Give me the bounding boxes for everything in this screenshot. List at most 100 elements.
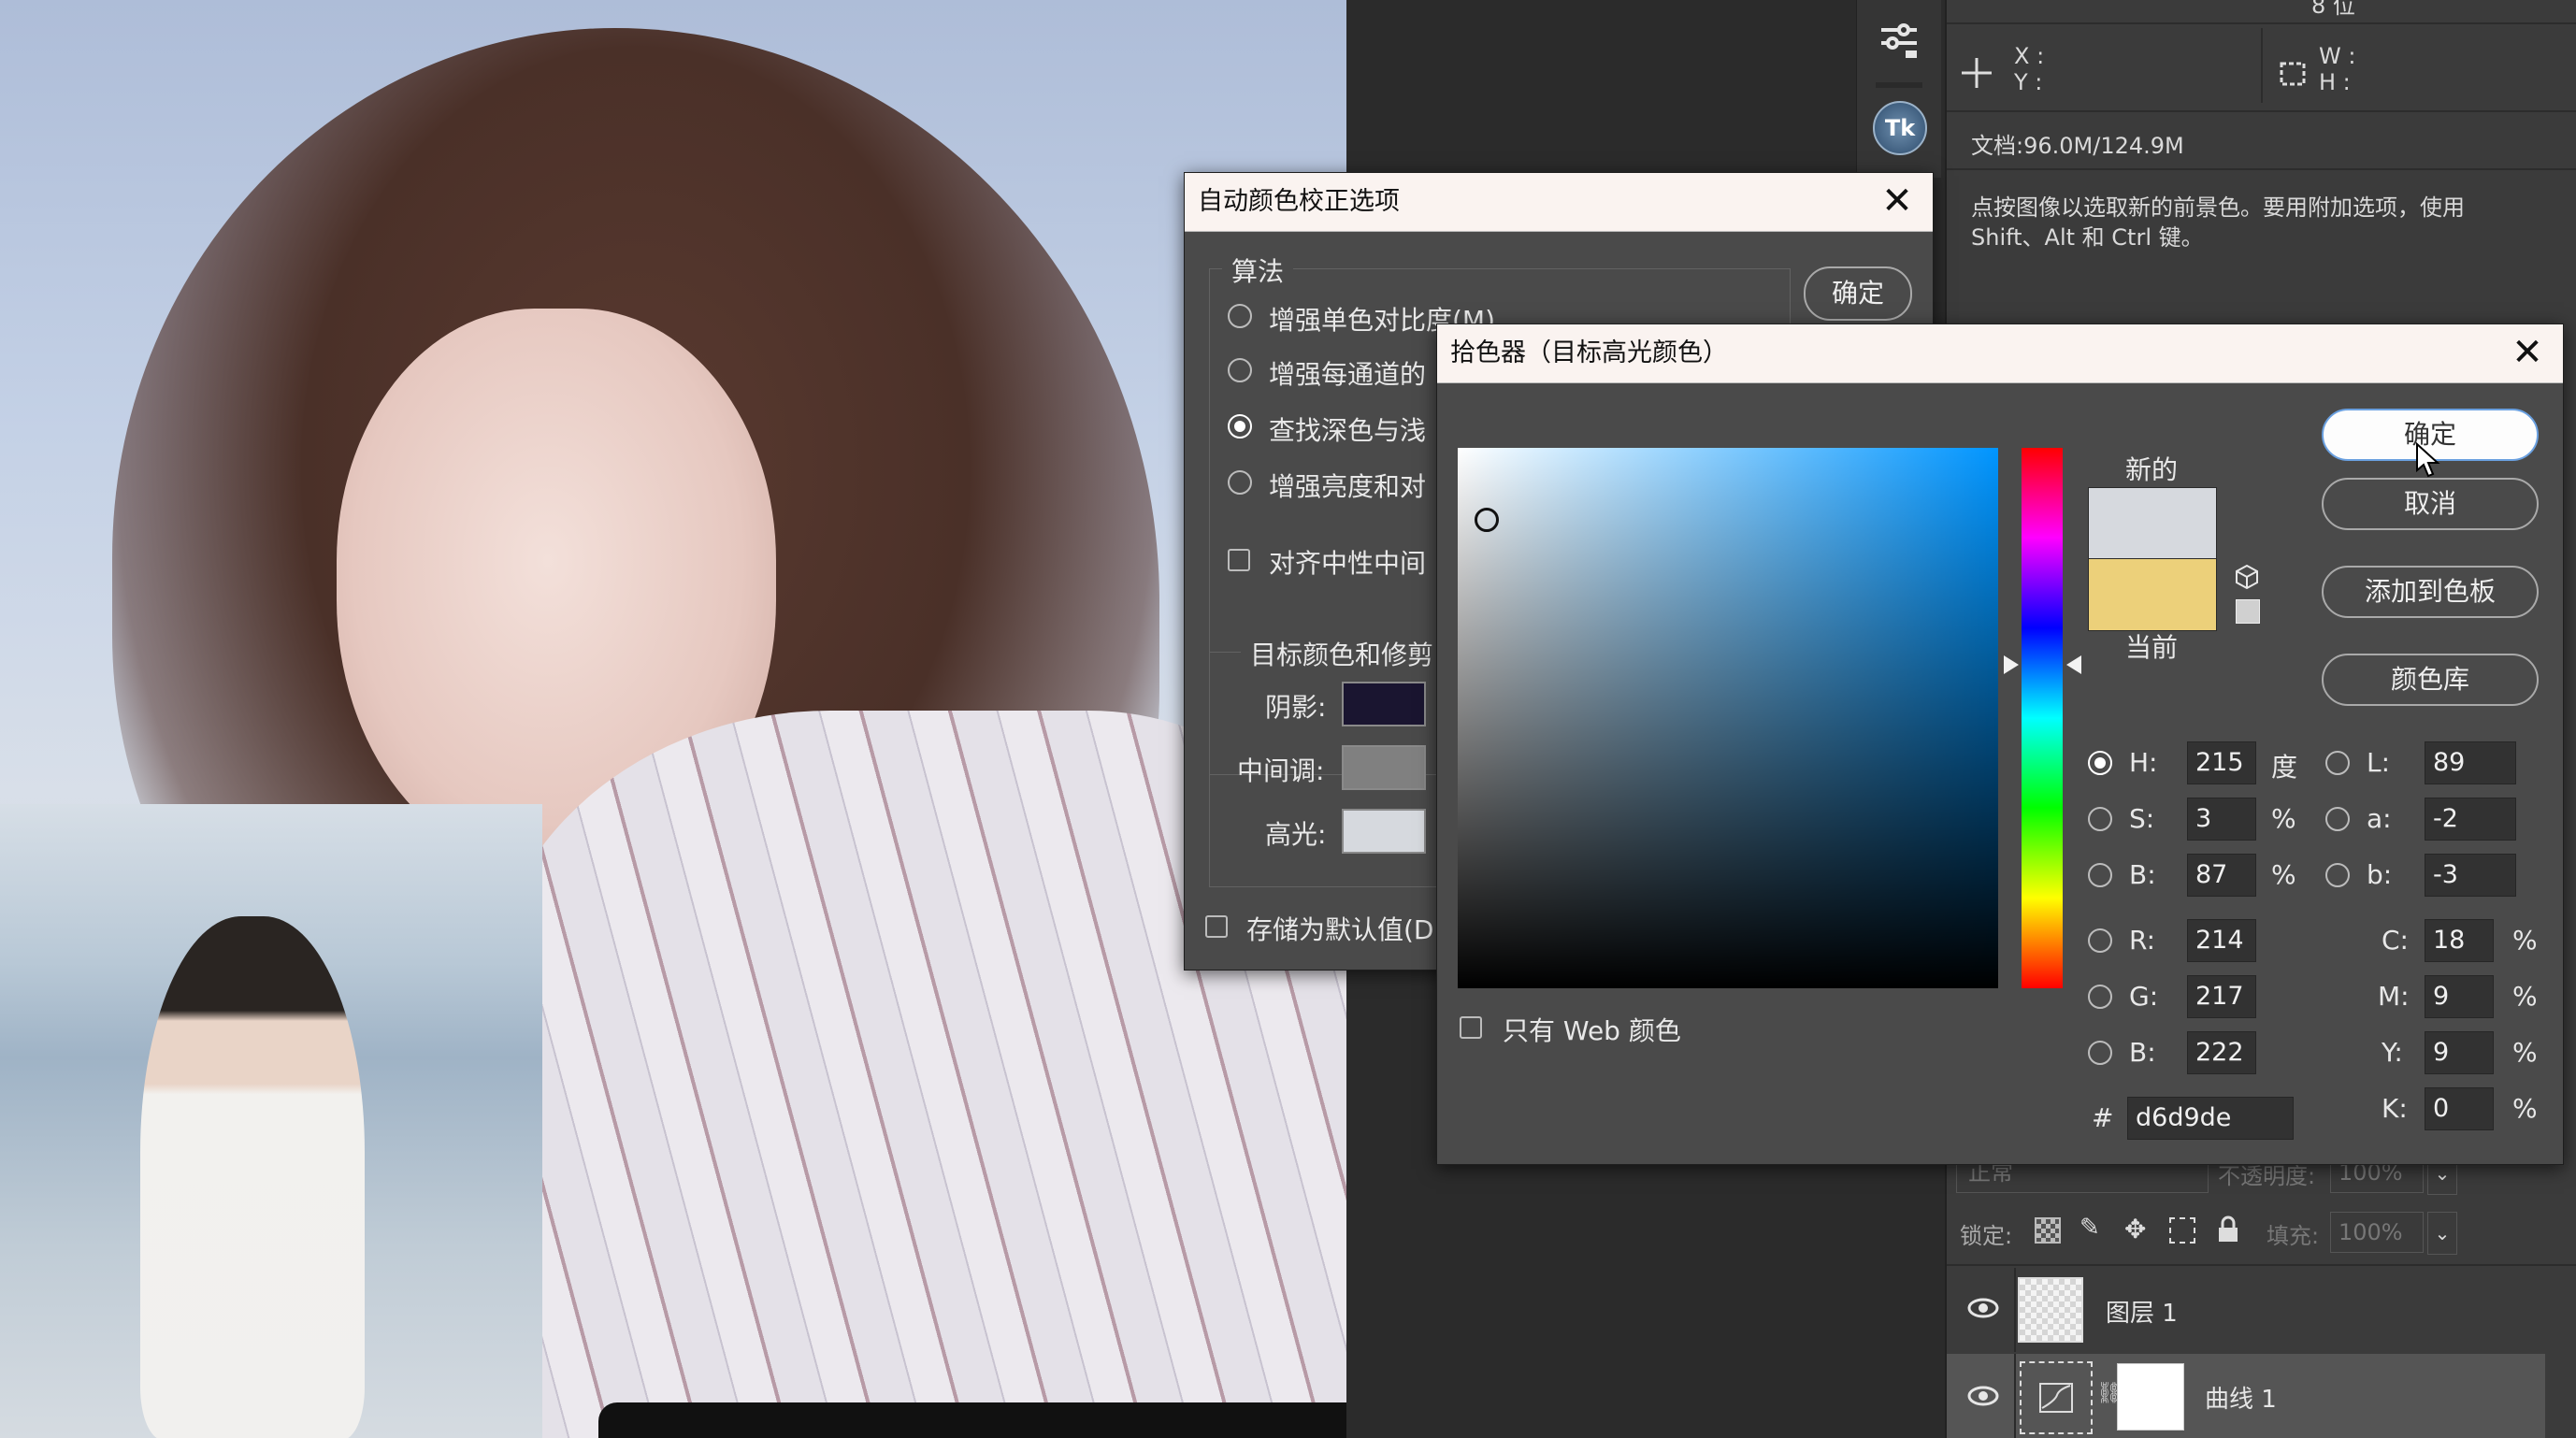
save-default-checkbox[interactable]: [1205, 915, 1228, 938]
bit-depth-readout: 8 位: [2311, 0, 2355, 19]
hue-slider[interactable]: [2022, 448, 2063, 988]
current-color-swatch[interactable]: [2088, 558, 2217, 631]
black-label: K:: [2382, 1093, 2408, 1124]
ok-button[interactable]: 确定: [1804, 266, 1912, 321]
lightness-label: L:: [2367, 747, 2391, 778]
hex-field[interactable]: d6d9de: [2127, 1097, 2294, 1140]
curves-adjustment-icon: [2020, 1361, 2093, 1434]
red-field[interactable]: 214: [2187, 919, 2256, 962]
hue-slider-left-arrow[interactable]: [2004, 655, 2019, 674]
brightness-label: B:: [2129, 859, 2156, 890]
midtones-swatch[interactable]: [1342, 745, 1426, 790]
algorithm-option-label[interactable]: 查找深色与浅: [1269, 410, 1426, 448]
midtones-label: 中间调:: [1237, 755, 1325, 786]
green-radio[interactable]: [2088, 985, 2112, 1009]
fill-label: 填充:: [2267, 1223, 2320, 1249]
adjustments-icon[interactable]: [1878, 19, 1921, 62]
cancel-button[interactable]: 取消: [2322, 478, 2539, 530]
algorithm-option-label[interactable]: 增强每通道的: [1269, 354, 1426, 392]
shadows-label: 阴影:: [1265, 692, 1327, 723]
saturation-radio[interactable]: [2088, 807, 2112, 831]
black-unit: %: [2512, 1093, 2538, 1124]
plugin-logo-icon[interactable]: Tk: [1873, 101, 1927, 155]
subtitle-strip: [598, 1402, 1440, 1438]
web-safe-swatch-icon[interactable]: [2236, 599, 2260, 624]
hue-radio[interactable]: [2088, 751, 2112, 775]
a-channel-radio[interactable]: [2325, 807, 2350, 831]
layer-row[interactable]: 图层 1: [1947, 1268, 2545, 1352]
black-field[interactable]: 0: [2425, 1087, 2494, 1130]
eye-icon[interactable]: [1967, 1296, 1999, 1320]
color-libraries-button[interactable]: 颜色库: [2322, 654, 2539, 706]
green-label: G:: [2129, 981, 2159, 1012]
y-readout-label: Y :: [2014, 69, 2043, 95]
web-colors-only-label[interactable]: 只有 Web 颜色: [1503, 1011, 1681, 1048]
a-channel-field[interactable]: -2: [2425, 798, 2516, 841]
saturation-label: S:: [2129, 803, 2155, 834]
b-channel-label: b:: [2367, 859, 2393, 890]
blue-label: B:: [2129, 1037, 2156, 1068]
algorithm-option-radio[interactable]: [1228, 470, 1252, 495]
save-default-label[interactable]: 存储为默认值(D: [1246, 910, 1434, 947]
yellow-field[interactable]: 9: [2425, 1031, 2494, 1074]
algorithm-option-radio[interactable]: [1228, 358, 1252, 382]
hue-field[interactable]: 215: [2187, 741, 2256, 784]
red-label: R:: [2129, 925, 2156, 956]
color-field[interactable]: [1458, 448, 1998, 988]
fill-field[interactable]: 100%: [2330, 1212, 2424, 1253]
color-field-cursor[interactable]: [1475, 508, 1499, 532]
blue-radio[interactable]: [2088, 1041, 2112, 1065]
hue-slider-right-arrow[interactable]: [2066, 655, 2081, 674]
b-channel-radio[interactable]: [2325, 863, 2350, 887]
highlights-label: 高光:: [1265, 819, 1327, 850]
saturation-field[interactable]: 3: [2187, 798, 2256, 841]
fill-dropdown-icon[interactable]: ⌄: [2427, 1212, 2457, 1255]
red-radio[interactable]: [2088, 928, 2112, 953]
algorithm-option-radio[interactable]: [1228, 304, 1252, 328]
out-of-gamut-cube-icon[interactable]: [2234, 564, 2260, 590]
green-field[interactable]: 217: [2187, 975, 2256, 1018]
document-canvas[interactable]: [0, 0, 1346, 1438]
lock-position-icon[interactable]: ✥: [2124, 1214, 2152, 1245]
brightness-field[interactable]: 87: [2187, 854, 2256, 897]
magenta-label: M:: [2378, 981, 2410, 1012]
algorithm-option-radio[interactable]: [1228, 414, 1252, 439]
layer-name: 曲线 1: [2205, 1386, 2277, 1414]
layer-divider: [2014, 1354, 2016, 1438]
snap-neutral-label[interactable]: 对齐中性中间: [1269, 543, 1426, 581]
lock-artboard-icon[interactable]: [2169, 1217, 2195, 1244]
add-to-swatches-button[interactable]: 添加到色板: [2322, 566, 2539, 618]
hue-unit: 度: [2271, 752, 2298, 783]
brightness-radio[interactable]: [2088, 863, 2112, 887]
lightness-field[interactable]: 89: [2425, 741, 2516, 784]
new-color-label: 新的: [2125, 454, 2179, 485]
lock-transparent-icon[interactable]: [2035, 1217, 2061, 1244]
close-icon[interactable]: ✕: [1875, 173, 1920, 231]
hue-label: H:: [2129, 747, 2158, 778]
algorithm-option-label[interactable]: 增强亮度和对: [1269, 467, 1426, 504]
brightness-unit: %: [2271, 859, 2296, 890]
link-icon[interactable]: ⛓: [2096, 1382, 2123, 1410]
cyan-field[interactable]: 18: [2425, 919, 2494, 962]
yellow-label: Y:: [2382, 1037, 2403, 1068]
current-color-label: 当前: [2125, 632, 2179, 663]
snap-neutral-checkbox[interactable]: [1228, 549, 1250, 571]
yellow-unit: %: [2512, 1037, 2538, 1068]
divider: [1947, 1264, 2576, 1266]
b-channel-field[interactable]: -3: [2425, 854, 2516, 897]
web-colors-only-checkbox[interactable]: [1460, 1016, 1482, 1039]
panel-tool-strip: Tk: [1856, 0, 1941, 178]
x-readout-label: X :: [2014, 43, 2045, 69]
target-colors-group-label: 目标颜色和修剪: [1241, 635, 1444, 672]
layer-row[interactable]: ⛓ 曲线 1: [1947, 1354, 2545, 1438]
highlights-swatch[interactable]: [1342, 809, 1426, 854]
shadows-swatch[interactable]: [1342, 682, 1426, 726]
lock-all-icon[interactable]: [2216, 1215, 2240, 1244]
blue-field[interactable]: 222: [2187, 1031, 2256, 1074]
magenta-field[interactable]: 9: [2425, 975, 2494, 1018]
eye-icon[interactable]: [1967, 1384, 1999, 1408]
lock-pixels-icon[interactable]: ✎: [2080, 1214, 2108, 1245]
lightness-radio[interactable]: [2325, 751, 2350, 775]
layer-thumbnail: [2018, 1277, 2083, 1343]
close-icon[interactable]: ✕: [2505, 324, 2550, 382]
